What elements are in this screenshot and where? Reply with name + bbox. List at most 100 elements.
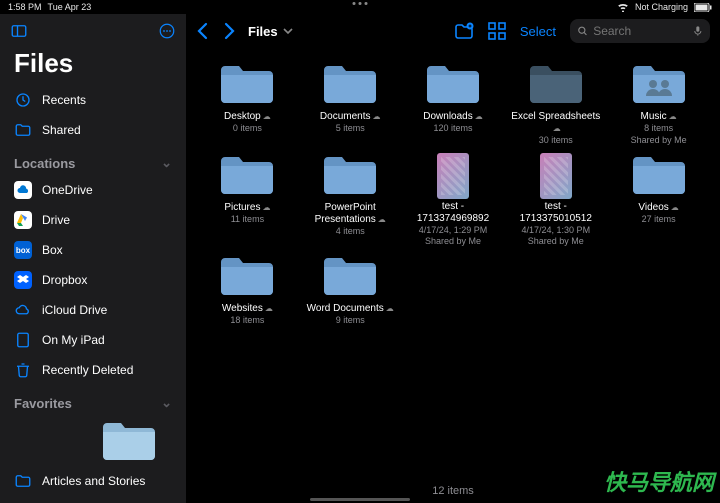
item-meta2: Shared by Me — [528, 236, 584, 248]
sidebar-toggle-icon[interactable] — [10, 22, 28, 40]
drive-icon — [14, 211, 32, 229]
grid-item[interactable]: Word Documents☁︎9 items — [301, 254, 400, 327]
grid-item[interactable]: Videos☁︎27 items — [609, 153, 708, 248]
file-grid: Desktop☁︎0 itemsDocuments☁︎5 itemsDownlo… — [186, 48, 720, 479]
folder-icon — [322, 153, 378, 200]
sidebar-item-trash[interactable]: Recently Deleted — [0, 355, 186, 385]
clock-icon — [14, 91, 32, 109]
grid-item[interactable]: PowerPoint Presentations☁︎4 items — [301, 153, 400, 248]
ipad-icon — [14, 331, 32, 349]
multitask-dots[interactable] — [353, 2, 368, 5]
cloud-badge-icon: ☁︎ — [263, 112, 271, 121]
home-indicator[interactable] — [310, 498, 410, 501]
item-name: Videos☁︎ — [638, 202, 678, 214]
mic-icon[interactable] — [694, 24, 702, 38]
section-header-favorites[interactable]: Favorites ⌄ — [0, 385, 186, 415]
item-name: Desktop☁︎ — [224, 111, 271, 123]
new-folder-icon[interactable] — [454, 22, 474, 40]
sidebar-item-articles[interactable]: Articles and Stories — [0, 466, 186, 496]
grid-item[interactable]: Downloads☁︎120 items — [404, 62, 503, 147]
item-meta2: Shared by Me — [425, 236, 481, 248]
item-name: Word Documents☁︎ — [307, 303, 394, 315]
chevron-down-icon: ⌄ — [161, 395, 172, 411]
trash-icon — [14, 361, 32, 379]
grid-item[interactable]: test - 17133750105124/17/24, 1:30 PMShar… — [506, 153, 605, 248]
search-field[interactable] — [570, 19, 710, 43]
cloud-icon — [14, 301, 32, 319]
item-name: test - 1713375010512 — [511, 201, 601, 225]
status-time: 1:58 PM — [8, 2, 42, 12]
forward-icon[interactable] — [222, 22, 236, 40]
sidebar-item-recents[interactable]: Recents — [0, 85, 186, 115]
section-header-locations[interactable]: Locations ⌄ — [0, 145, 186, 175]
select-button[interactable]: Select — [520, 24, 556, 39]
grid-item[interactable]: Desktop☁︎0 items — [198, 62, 297, 147]
item-name: Excel Spreadsheets☁︎ — [511, 111, 601, 135]
sidebar-item-dropbox[interactable]: Dropbox — [0, 265, 186, 295]
grid-view-icon[interactable] — [488, 22, 506, 40]
folder-icon — [322, 254, 378, 301]
breadcrumb[interactable]: Files — [248, 24, 294, 39]
toolbar: Files Select — [186, 14, 720, 48]
folder-icon — [528, 62, 584, 109]
sidebar-item-shared[interactable]: Shared — [0, 115, 186, 145]
folder-icon — [219, 254, 275, 301]
grid-item[interactable]: test - 17133749698924/17/24, 1:29 PMShar… — [404, 153, 503, 248]
folder-icon — [14, 472, 32, 490]
cloud-badge-icon: ☁︎ — [378, 215, 386, 224]
wifi-icon — [617, 2, 629, 12]
chevron-down-icon: ⌄ — [161, 155, 172, 171]
sidebar: Files Recents Shared Locations ⌄ OneDriv… — [0, 14, 186, 503]
sidebar-item-ipad[interactable]: On My iPad — [0, 325, 186, 355]
battery-icon — [694, 3, 712, 12]
search-input[interactable] — [593, 24, 688, 38]
sidebar-item-label: Drive — [42, 213, 70, 227]
item-meta: 0 items — [233, 123, 262, 135]
grid-item[interactable]: Excel Spreadsheets☁︎30 items — [506, 62, 605, 147]
sidebar-item-label: Recents — [42, 93, 86, 107]
grid-item[interactable]: Documents☁︎5 items — [301, 62, 400, 147]
cloud-badge-icon: ☁︎ — [553, 124, 561, 133]
item-meta: 8 items — [644, 123, 673, 135]
footer-count: 12 items — [186, 479, 720, 503]
cloud-badge-icon: ☁︎ — [372, 112, 380, 121]
status-battery-text: Not Charging — [635, 2, 688, 12]
sidebar-item-label: Shared — [42, 123, 81, 137]
item-meta: 27 items — [642, 214, 676, 226]
app-title: Files — [0, 44, 186, 85]
folder-icon — [219, 62, 275, 109]
dropbox-icon — [14, 271, 32, 289]
sidebar-item-label: On My iPad — [42, 333, 105, 347]
chevron-down-icon — [282, 25, 294, 37]
file-thumbnail — [540, 153, 572, 199]
search-icon — [578, 25, 587, 37]
file-thumbnail — [437, 153, 469, 199]
more-icon[interactable] — [158, 22, 176, 40]
sidebar-item-icloud[interactable]: iCloud Drive — [0, 295, 186, 325]
box-icon: box — [14, 241, 32, 259]
grid-item[interactable]: Pictures☁︎11 items — [198, 153, 297, 248]
item-meta: 120 items — [433, 123, 472, 135]
item-name: Downloads☁︎ — [423, 111, 482, 123]
status-bar: 1:58 PM Tue Apr 23 Not Charging — [0, 0, 720, 14]
sidebar-item-label: OneDrive — [42, 183, 93, 197]
item-meta: 9 items — [336, 315, 365, 327]
sidebar-item-label: Box — [42, 243, 63, 257]
sidebar-item-box[interactable]: box Box — [0, 235, 186, 265]
item-meta: 5 items — [336, 123, 365, 135]
folder-shared-icon — [14, 121, 32, 139]
back-icon[interactable] — [196, 22, 210, 40]
item-name: PowerPoint Presentations☁︎ — [305, 202, 395, 226]
cloud-badge-icon: ☁︎ — [475, 112, 483, 121]
sidebar-item-label: Recently Deleted — [42, 363, 133, 377]
sidebar-item-onedrive[interactable]: OneDrive — [0, 175, 186, 205]
item-name: test - 1713374969892 — [408, 201, 498, 225]
dragged-folder-icon[interactable] — [100, 419, 186, 466]
grid-item[interactable]: Music☁︎8 itemsShared by Me — [609, 62, 708, 147]
section-header-shared[interactable]: Shared ⌄ — [0, 496, 186, 503]
item-meta: 4 items — [336, 226, 365, 238]
folder-icon — [322, 62, 378, 109]
sidebar-item-drive[interactable]: Drive — [0, 205, 186, 235]
sidebar-item-label: Dropbox — [42, 273, 87, 287]
grid-item[interactable]: Websites☁︎18 items — [198, 254, 297, 327]
